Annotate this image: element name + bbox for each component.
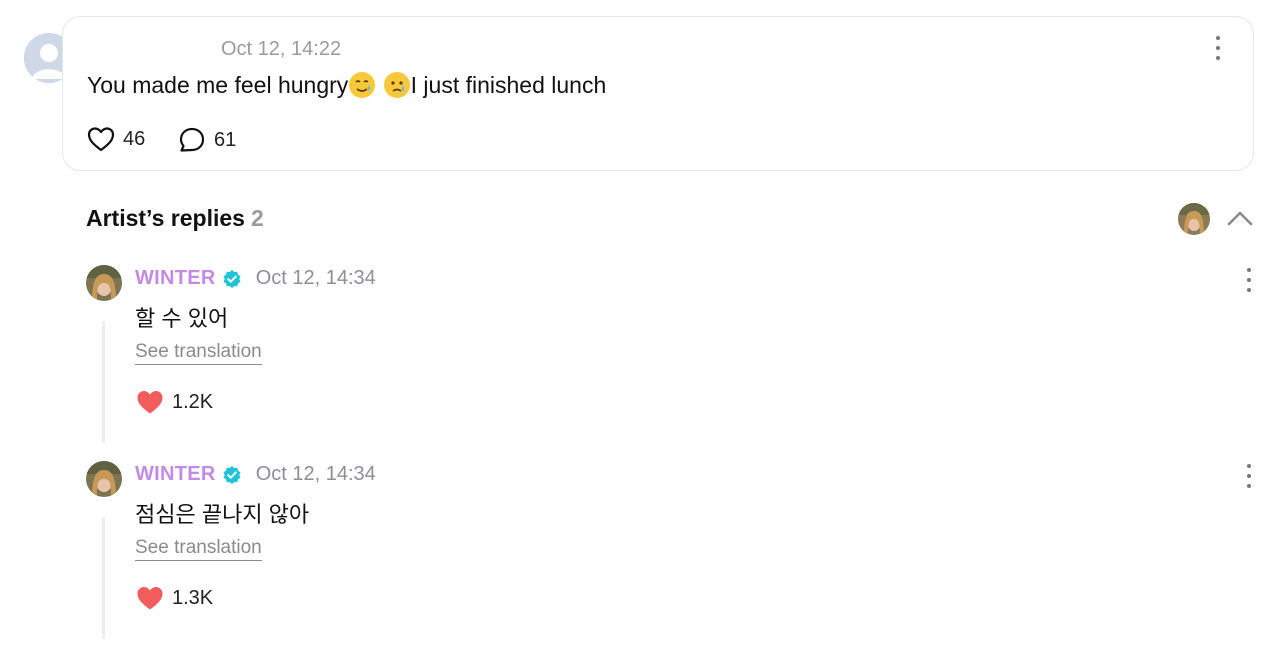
artist-avatar[interactable] bbox=[86, 461, 122, 497]
author-name[interactable]: WINTER bbox=[135, 267, 216, 290]
reply-timestamp: Oct 12, 14:34 bbox=[255, 267, 376, 289]
artist-replies-title: Artist’s replies bbox=[86, 205, 245, 231]
see-translation-link[interactable]: See translation bbox=[135, 537, 262, 561]
reply-meta: WINTER Oct 12, 14:34 bbox=[135, 267, 376, 290]
heart-outline-icon bbox=[87, 127, 115, 152]
comment-thread-page: Oct 12, 14:22 You made me feel hungry I … bbox=[0, 0, 1280, 658]
heart-filled-icon bbox=[137, 391, 163, 414]
more-options-icon[interactable] bbox=[1246, 464, 1252, 488]
more-options-icon[interactable] bbox=[1246, 268, 1252, 292]
thread-line bbox=[102, 517, 105, 639]
artist-photo bbox=[86, 461, 122, 497]
reply-meta: WINTER Oct 12, 14:34 bbox=[135, 463, 376, 486]
artist-avatar bbox=[1178, 203, 1210, 235]
heart-filled-icon bbox=[137, 587, 163, 610]
collapse-chevron-up-icon[interactable] bbox=[1227, 208, 1253, 228]
reply-timestamp: Oct 12, 14:34 bbox=[255, 463, 376, 485]
comment-text: You made me feel hungry I just finished … bbox=[87, 71, 606, 99]
artist-avatar[interactable] bbox=[86, 265, 122, 301]
reply-button[interactable]: 61 bbox=[178, 126, 236, 154]
reply-count: 61 bbox=[214, 128, 237, 151]
artist-reply: WINTER Oct 12, 14:34 할 수 있어 See translat… bbox=[0, 265, 1280, 455]
artist-reply: WINTER Oct 12, 14:34 점심은 끝나지 않아 See tran… bbox=[0, 461, 1280, 651]
like-count: 1.3K bbox=[172, 586, 214, 609]
more-options-icon[interactable] bbox=[1215, 36, 1221, 60]
comment-timestamp: Oct 12, 14:22 bbox=[221, 38, 342, 60]
comment-text-part-2: I just finished lunch bbox=[410, 72, 607, 98]
comment-card: Oct 12, 14:22 You made me feel hungry I … bbox=[62, 16, 1254, 171]
see-translation-link[interactable]: See translation bbox=[135, 341, 262, 365]
comment-bubble-icon bbox=[179, 127, 205, 152]
verified-badge-icon bbox=[223, 465, 241, 484]
reply-text: 점심은 끝나지 않아 bbox=[135, 502, 310, 527]
smiling-face-with-tear-icon bbox=[349, 72, 376, 98]
like-count: 46 bbox=[123, 127, 146, 150]
thread-line bbox=[102, 321, 105, 443]
artist-photo bbox=[1178, 203, 1210, 235]
artist-replies-count: 2 bbox=[250, 205, 264, 231]
verified-badge-icon bbox=[223, 269, 241, 288]
comment-text-part-1: You made me feel hungry bbox=[87, 72, 349, 98]
like-button[interactable]: 46 bbox=[87, 126, 145, 152]
author-name[interactable]: WINTER bbox=[135, 463, 216, 486]
like-button[interactable]: 1.3K bbox=[136, 585, 213, 611]
like-button[interactable]: 1.2K bbox=[136, 389, 213, 415]
reply-text: 할 수 있어 bbox=[135, 306, 229, 331]
crying-face-icon bbox=[383, 72, 410, 98]
like-count: 1.2K bbox=[172, 390, 214, 413]
artist-replies-header: Artist’s replies 2 bbox=[86, 205, 264, 232]
artist-photo bbox=[86, 265, 122, 301]
